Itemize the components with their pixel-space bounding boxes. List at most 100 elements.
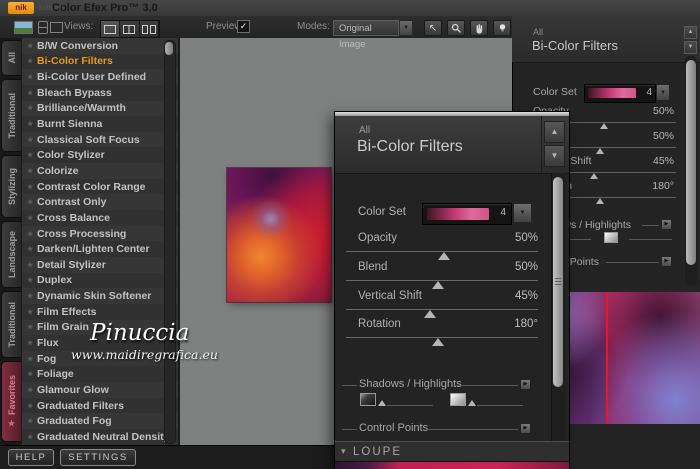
slider-handle[interactable] — [432, 338, 445, 346]
filter-label: Graduated Neutral Density — [37, 430, 170, 443]
star-icon: ★ — [27, 418, 34, 426]
filter-list-item[interactable]: ★ Bi-Color User Defined — [22, 69, 178, 85]
select-tool-button[interactable]: ↖ — [424, 20, 442, 36]
filter-label: Bi-Color User Defined — [37, 71, 147, 84]
slider-value: 50% — [652, 105, 674, 117]
color-set-swatch[interactable]: 4 — [584, 84, 656, 103]
sidebar-tab-traditional[interactable]: Traditional — [1, 291, 21, 358]
sidebar-tab-landscape[interactable]: Landscape — [1, 221, 21, 288]
shadows-highlights-expand-button[interactable]: ▶ — [661, 219, 672, 230]
list-scrollbar-thumb[interactable] — [165, 42, 173, 55]
preview-image[interactable] — [227, 168, 331, 302]
filter-list-item[interactable]: ★ Graduated Fog — [22, 413, 178, 430]
filter-list-item[interactable]: ★ Duplex — [22, 272, 178, 289]
settings-button[interactable]: SETTINGS — [60, 449, 136, 466]
lightbulb-button[interactable] — [493, 20, 511, 36]
views-label: Views: — [64, 21, 94, 32]
filter-list-item[interactable]: ★ Classical Soft Focus — [22, 131, 178, 148]
filter-list-item[interactable]: ★ Graduated Neutral Density — [22, 429, 178, 445]
modes-dropdown-arrow-button[interactable]: ▼ — [399, 20, 413, 36]
filter-list-item[interactable]: ★ Glamour Glow — [22, 382, 178, 398]
filter-label: Classical Soft Focus — [37, 133, 140, 146]
star-icon: ★ — [27, 355, 34, 363]
filter-list-item[interactable]: ★ Bi-Color Filters — [22, 53, 178, 70]
category-tabs: All Traditional Stylizing Landscape Traditio… — [0, 38, 22, 445]
slider-row[interactable]: Blend 50% — [346, 259, 538, 289]
filter-list-item[interactable]: ★ Graduated Filters — [22, 397, 178, 414]
zoom-tool-button[interactable] — [447, 20, 465, 36]
compare-view-icon — [141, 24, 148, 34]
list-scrollbar[interactable] — [164, 40, 176, 444]
filter-list-item[interactable]: ★ Burnt Sienna — [22, 116, 178, 132]
filter-list-item[interactable]: ★ Color Stylizer — [22, 147, 178, 164]
slider-row[interactable]: Vertical Shift 45% — [346, 288, 538, 318]
filter-label: Color Stylizer — [37, 149, 105, 162]
filter-label: Glamour Glow — [37, 383, 109, 396]
image-thumbnail-icon[interactable] — [14, 21, 33, 34]
shadows-highlights-expand-button[interactable]: ▶ — [520, 379, 531, 390]
browser-view-icon[interactable] — [38, 21, 48, 34]
slider-row[interactable]: Rotation 180° — [346, 316, 538, 346]
filter-list-item[interactable]: ★ Darken/Lighten Center — [22, 241, 178, 257]
color-set-gradient — [427, 208, 489, 220]
loupe-divider-line[interactable] — [606, 292, 608, 424]
filter-list-item[interactable]: ★ B/W Conversion — [22, 38, 178, 54]
highlight-swatch[interactable] — [604, 232, 618, 243]
filter-list-item[interactable]: ★ Bleach Bypass — [22, 84, 178, 101]
highlight-swatch[interactable] — [450, 393, 466, 406]
scroll-down-icon: ▼ — [550, 151, 559, 160]
single-image-view-icon[interactable] — [50, 22, 63, 33]
sidebar-tab-traditional[interactable]: Traditional — [1, 79, 21, 152]
star-icon: ★ — [27, 371, 34, 379]
loupe-header[interactable]: ▾ LOUPE — [335, 441, 569, 462]
filter-label: Cross Balance — [37, 211, 110, 224]
filter-list-item[interactable]: ★ Film Effects — [22, 303, 178, 320]
filter-list-item[interactable]: ★ Contrast Only — [22, 194, 178, 211]
filter-list-item[interactable]: ★ Cross Balance — [22, 210, 178, 226]
control-points-expand-button[interactable]: ▶ — [661, 256, 672, 267]
right-scroll-down-button[interactable]: ▼ — [684, 41, 697, 54]
color-set-dropdown-button[interactable]: ▼ — [656, 84, 670, 101]
sidebar-tab-favorites[interactable]: Favorites ★ — [1, 361, 21, 442]
panel-scroll-up-button[interactable]: ▲ — [544, 121, 565, 143]
sidebar-tab-stylizing[interactable]: Stylizing — [1, 155, 21, 218]
color-set-swatch[interactable]: 4 — [422, 203, 512, 225]
highlight-slider-handle[interactable] — [468, 400, 476, 406]
preview-checkbox[interactable]: ✓ — [237, 20, 250, 33]
sidebar-tab-all[interactable]: All — [1, 40, 21, 76]
color-set-gradient — [588, 88, 636, 98]
filter-label: Graduated Fog — [37, 415, 112, 428]
panel-scroll-down-button[interactable]: ▼ — [544, 145, 565, 167]
shadow-swatch[interactable] — [360, 393, 376, 406]
modes-dropdown[interactable]: Original Image — [333, 20, 399, 50]
filter-list-item[interactable]: ★ Cross Processing — [22, 225, 178, 242]
filter-label: B/W Conversion — [37, 39, 119, 52]
filter-list-item[interactable]: ★ Contrast Color Range — [22, 178, 178, 195]
right-panel-scrollbar-thumb[interactable] — [686, 60, 696, 265]
split-view-icon — [123, 24, 136, 34]
view-compare-button[interactable] — [139, 21, 159, 37]
filter-list-item[interactable]: ★ Colorize — [22, 163, 178, 179]
shadow-slider-handle[interactable] — [378, 400, 386, 406]
star-icon: ★ — [27, 74, 34, 82]
scroll-up-icon: ▲ — [550, 127, 559, 136]
view-single-button[interactable] — [101, 21, 121, 37]
control-points-expand-button[interactable]: ▶ — [520, 423, 531, 434]
pan-tool-button[interactable] — [470, 20, 488, 36]
chevron-down-icon: ▼ — [403, 25, 409, 31]
slider-handle[interactable] — [596, 198, 605, 204]
filter-list-item[interactable]: ★ Brilliance/Warmth — [22, 100, 178, 117]
star-icon: ★ — [27, 324, 34, 332]
panel-scrollbar-thumb[interactable] — [553, 177, 563, 387]
help-button[interactable]: HELP — [8, 449, 54, 466]
filter-settings-panel[interactable]: All Bi-Color Filters ▲ ▼ Color Set 4 ▼ O… — [334, 111, 570, 469]
right-scroll-up-button[interactable]: ▲ — [684, 26, 697, 39]
view-split-button[interactable] — [120, 21, 140, 37]
filter-list-item[interactable]: ★ Dynamic Skin Softener — [22, 288, 178, 304]
filter-label: Dynamic Skin Softener — [37, 290, 152, 303]
slider-value: 50% — [514, 232, 538, 244]
color-set-dropdown-button[interactable]: ▼ — [513, 203, 532, 223]
filter-list-item[interactable]: ★ Detail Stylizer — [22, 256, 178, 273]
slider-row[interactable]: Opacity 50% — [346, 230, 538, 260]
filter-list-item[interactable]: ★ Foliage — [22, 366, 178, 383]
